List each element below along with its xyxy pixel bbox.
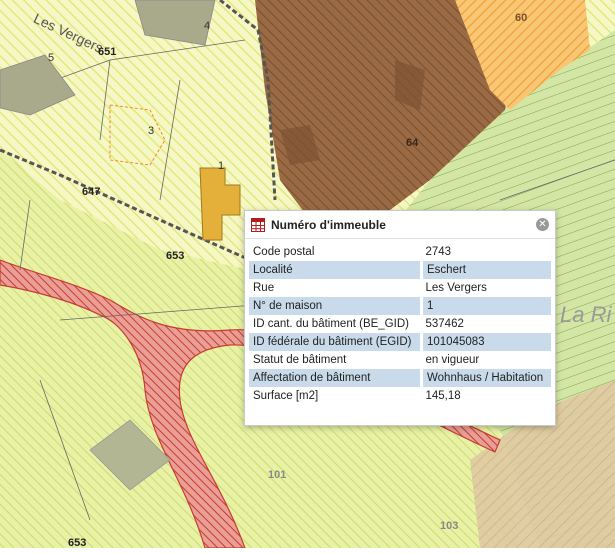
row-value: 1 — [421, 297, 551, 315]
popup-header: Numéro d'immeuble ✕ — [245, 211, 555, 239]
row-label: Code postal — [253, 246, 315, 258]
table-row: Affectation de bâtiment Wohnhaus / Habita… — [249, 369, 551, 387]
row-label: ID cant. du bâtiment (BE_GID) — [253, 318, 409, 330]
table-row: ID fédérale du bâtiment (EGID) 101045083 — [249, 333, 551, 351]
table-row: Surface [m2] 145,18 — [249, 387, 551, 405]
row-value: 2743 — [425, 246, 452, 258]
row-value: en vigueur — [425, 354, 480, 366]
row-value: 101045083 — [421, 333, 551, 351]
row-label: Affectation de bâtiment — [249, 369, 423, 387]
row-label: ID fédérale du bâtiment (EGID) — [249, 333, 423, 351]
row-label: Surface [m2] — [253, 390, 319, 402]
row-value: Wohnhaus / Habitation — [421, 369, 551, 387]
row-label: Rue — [253, 282, 275, 294]
table-row: ID cant. du bâtiment (BE_GID) 537462 — [249, 315, 551, 333]
popup-title: Numéro d'immeuble — [271, 217, 386, 232]
attribute-table: Code postal 2743 Localité Eschert Rue Les V… — [249, 243, 551, 405]
table-row: Localité Eschert — [249, 261, 551, 279]
info-popup: Numéro d'immeuble ✕ Code postal 2743 Loca… — [244, 210, 556, 426]
table-row: Rue Les Vergers — [249, 279, 551, 297]
close-icon[interactable]: ✕ — [536, 218, 549, 231]
row-value: Les Vergers — [425, 282, 487, 294]
row-value: Eschert — [421, 261, 551, 279]
table-row: Code postal 2743 — [249, 243, 551, 261]
row-value: 537462 — [425, 318, 464, 330]
row-value: 145,18 — [425, 390, 461, 402]
row-label: N° de maison — [249, 297, 423, 315]
row-label: Localité — [249, 261, 423, 279]
table-row: N° de maison 1 — [249, 297, 551, 315]
table-row: Statut de bâtiment en vigueur — [249, 351, 551, 369]
row-label: Statut de bâtiment — [253, 354, 347, 366]
grid-table-icon — [251, 217, 265, 232]
